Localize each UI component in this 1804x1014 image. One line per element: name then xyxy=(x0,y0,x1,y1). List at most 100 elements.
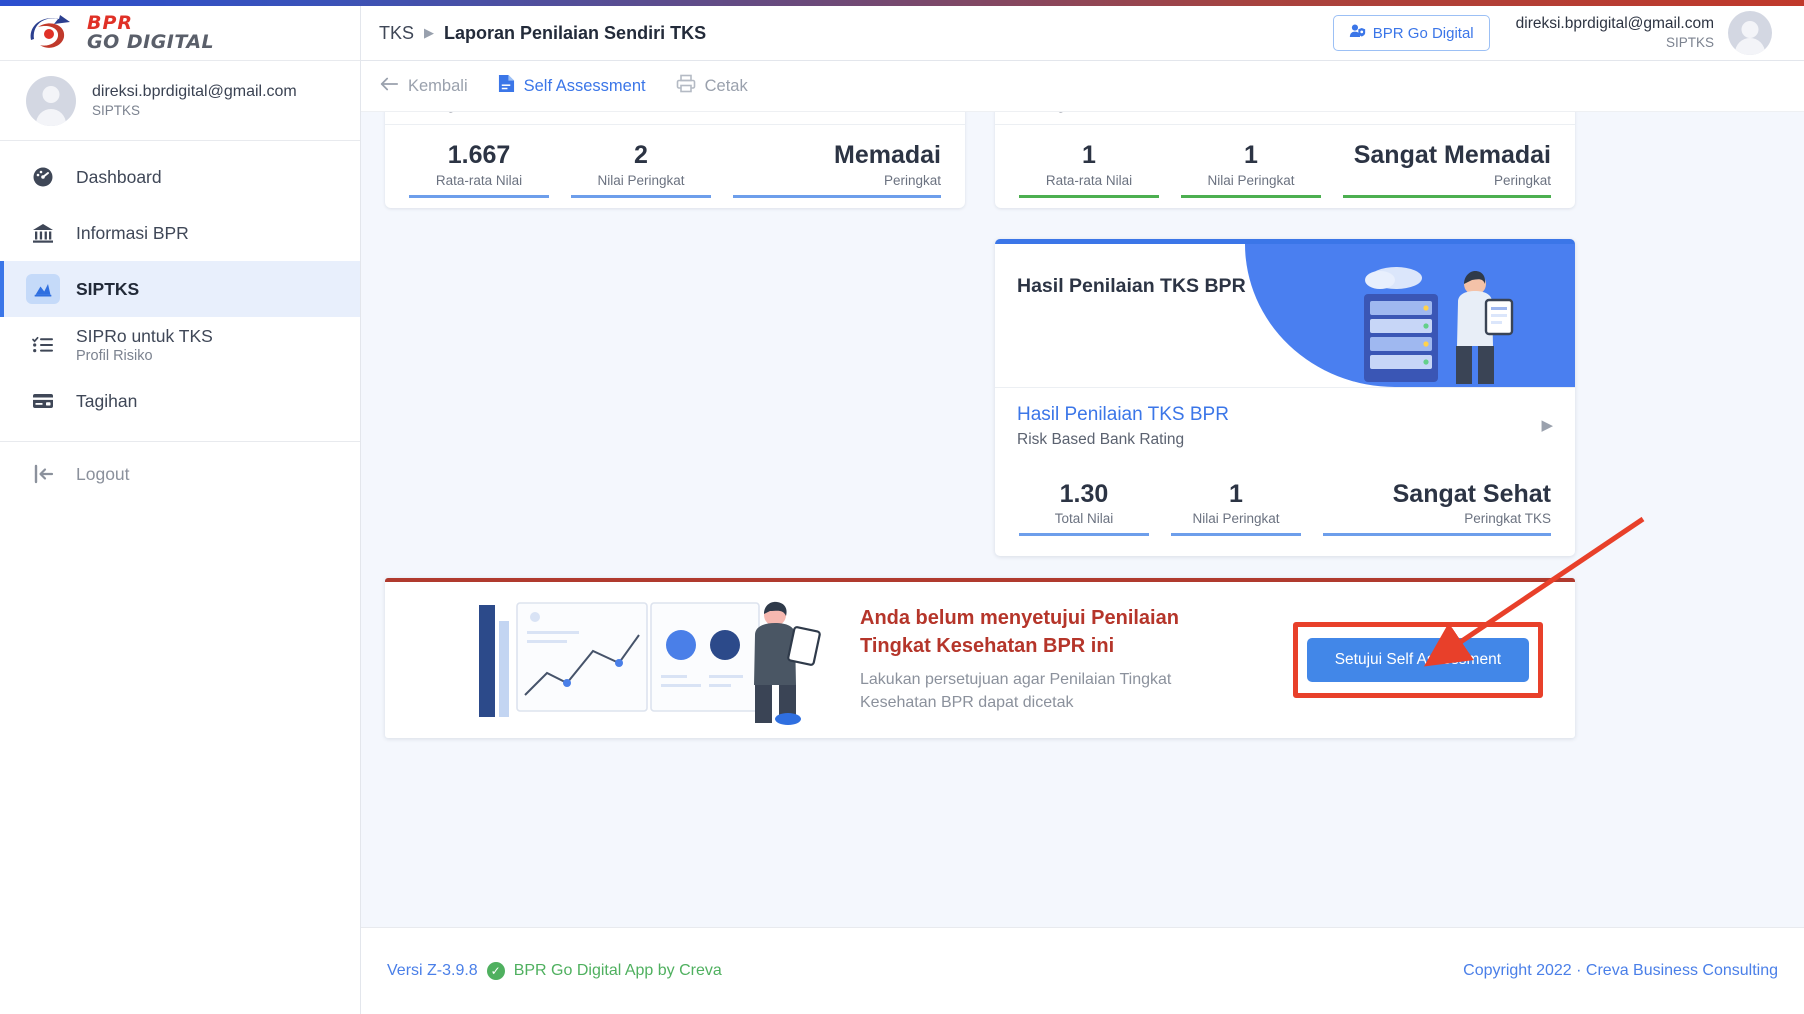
stat-underline xyxy=(1019,533,1149,537)
sidebar-user-block[interactable]: direksi.bprdigital@gmail.com SIPTKS xyxy=(0,61,360,141)
user-shield-icon xyxy=(1349,23,1366,43)
sidebar-user-email: direksi.bprdigital@gmail.com xyxy=(92,82,297,100)
page-header: TKS ▶ Laporan Penilaian Sendiri TKS BPR … xyxy=(361,6,1804,61)
print-button[interactable]: Cetak xyxy=(676,74,748,98)
sidebar-item-sipro-untuk-tks[interactable]: SIPRo untuk TKS Profil Risiko xyxy=(0,317,360,373)
self-assessment-label: Self Assessment xyxy=(523,76,646,95)
stat-cell: 1.667 Rata-rata Nilai xyxy=(409,141,549,204)
main-content: Peringkat Rentabilitas 1.667 Rata-rata N… xyxy=(361,112,1804,927)
printer-icon xyxy=(676,74,696,98)
stat-row: 1.667 Rata-rata Nilai 2 Nilai Peringkat … xyxy=(385,125,965,204)
header-avatar[interactable] xyxy=(1728,11,1772,55)
sidebar-item-tagihan[interactable]: Tagihan xyxy=(0,373,360,429)
stat-card-rentabilitas: Peringkat Rentabilitas 1.667 Rata-rata N… xyxy=(385,112,965,208)
chart-icon xyxy=(26,274,60,304)
print-label: Cetak xyxy=(704,76,748,95)
stat-value: 1.667 xyxy=(447,141,511,169)
tks-result-card: Hasil Penilaian TKS BPR Hasil Penilaian … xyxy=(995,239,1575,557)
logout-icon xyxy=(26,462,60,486)
stat-card-permodalan: Peringkat Permodalan 1 Rata-rata Nilai 1… xyxy=(995,112,1575,208)
stat-underline xyxy=(1343,194,1551,198)
stat-value: 1 xyxy=(1244,141,1258,169)
stat-value: Sangat Sehat xyxy=(1392,479,1551,508)
header-user-info[interactable]: direksi.bprdigital@gmail.com SIPTKS xyxy=(1516,14,1714,52)
stat-underline xyxy=(1323,533,1551,537)
logo-text-godigital: GO DIGITAL xyxy=(87,31,215,53)
tks-link-row[interactable]: Hasil Penilaian TKS BPR Risk Based Bank … xyxy=(995,387,1575,464)
stat-card-title: Peringkat Permodalan xyxy=(995,112,1575,125)
sidebar-item-informasi-bpr[interactable]: Informasi BPR xyxy=(0,205,360,261)
sidebar-item-label: SIPRo untuk TKS xyxy=(76,326,213,346)
stat-label: Nilai Peringkat xyxy=(1207,172,1295,188)
sidebar-item-label: Tagihan xyxy=(76,390,138,411)
sidebar-divider xyxy=(0,441,360,442)
footer-version[interactable]: Versi Z-3.9.8 xyxy=(387,962,478,980)
breadcrumb-root[interactable]: TKS xyxy=(379,23,414,44)
stat-card-title: Peringkat Rentabilitas xyxy=(385,112,965,125)
stat-underline xyxy=(571,194,711,198)
avatar xyxy=(26,75,76,126)
back-label: Kembali xyxy=(408,76,468,95)
sidebar-item-label: Dashboard xyxy=(76,166,162,187)
sidebar-item-dashboard[interactable]: Dashboard xyxy=(0,149,360,205)
stat-label: Peringkat TKS xyxy=(1464,511,1551,527)
stat-label: Peringkat xyxy=(883,172,941,188)
sidebar-item-logout[interactable]: Logout xyxy=(0,446,360,502)
page-footer: Versi Z-3.9.8 ✓ BPR Go Digital App by Cr… xyxy=(361,927,1804,1014)
analytics-illustration-icon xyxy=(443,595,828,725)
header-user-role: SIPTKS xyxy=(1665,35,1714,51)
banner-description: Lakukan persetujuan agar Penilaian Tingk… xyxy=(860,671,1172,712)
sidebar-item-label: SIPTKS xyxy=(76,278,140,299)
footer-copyright: Copyright 2022 · Creva Business Consulti… xyxy=(1463,962,1778,979)
sidebar-item-siptks[interactable]: SIPTKS xyxy=(0,261,360,317)
approve-button-wrap: Setujui Self Assessment xyxy=(1292,622,1543,698)
sidebar: BPR GO DIGITAL direksi.bprdigital@gmail.… xyxy=(0,6,361,1014)
self-assessment-tab[interactable]: Self Assessment xyxy=(498,74,646,98)
tks-stat-row: 1.30 Total Nilai 1 Nilai Peringkat Sanga… xyxy=(995,464,1575,557)
tks-result-sublabel: Risk Based Bank Rating xyxy=(1017,430,1185,448)
header-right: BPR Go Digital direksi.bprdigital@gmail.… xyxy=(1332,11,1804,55)
stat-cell: 1.30 Total Nilai xyxy=(1019,480,1149,543)
header-user-email: direksi.bprdigital@gmail.com xyxy=(1515,15,1714,33)
stat-cell: Memadai Peringkat xyxy=(733,141,941,204)
card-icon xyxy=(26,389,60,413)
chevron-right-icon[interactable]: ▶ xyxy=(1541,416,1553,434)
stat-value: 2 xyxy=(634,141,648,169)
sidebar-item-label: Informasi BPR xyxy=(76,222,189,243)
banner-text: Anda belum menyetujui Penilaian Tingkat … xyxy=(828,605,1307,715)
tks-result-link[interactable]: Hasil Penilaian TKS BPR xyxy=(1017,401,1229,429)
stat-cell: Sangat Sehat Peringkat TKS xyxy=(1323,480,1551,543)
bank-icon xyxy=(26,221,60,245)
bpr-logo-icon xyxy=(26,13,78,53)
stat-label: Nilai Peringkat xyxy=(1192,511,1280,527)
stat-cell: 1 Rata-rata Nilai xyxy=(1019,141,1159,204)
stat-value: Sangat Memadai xyxy=(1353,141,1551,169)
stat-label: Rata-rata Nilai xyxy=(435,172,523,188)
stat-value: Memadai xyxy=(834,141,941,169)
tks-card-hero: Hasil Penilaian TKS BPR xyxy=(995,244,1575,387)
checklist-icon xyxy=(26,333,60,357)
stat-underline xyxy=(409,194,549,198)
bpr-go-digital-button[interactable]: BPR Go Digital xyxy=(1332,15,1490,51)
footer-app-credit: BPR Go Digital App by Creva xyxy=(513,962,722,979)
stat-cell: 2 Nilai Peringkat xyxy=(571,141,711,204)
stat-row: 1 Rata-rata Nilai 1 Nilai Peringkat Sang… xyxy=(995,125,1575,204)
banner-title: Anda belum menyetujui Penilaian Tingkat … xyxy=(860,607,1179,657)
sidebar-item-sublabel: Profil Risiko xyxy=(76,348,153,364)
back-button[interactable]: Kembali xyxy=(379,75,468,98)
approval-warning-banner: Anda belum menyetujui Penilaian Tingkat … xyxy=(385,578,1575,738)
stat-value: 1.30 xyxy=(1059,479,1109,508)
check-circle-icon: ✓ xyxy=(486,962,505,980)
dashboard-icon xyxy=(26,165,60,189)
stat-label: Total Nilai xyxy=(1054,511,1114,527)
app-logo[interactable]: BPR GO DIGITAL xyxy=(0,6,360,61)
stat-value: 1 xyxy=(1229,479,1243,508)
stat-label: Peringkat xyxy=(1493,172,1551,188)
stat-underline xyxy=(1171,533,1301,537)
page-title: Laporan Penilaian Sendiri TKS xyxy=(444,22,707,43)
document-icon xyxy=(498,74,515,98)
sidebar-user-role: SIPTKS xyxy=(92,103,141,119)
stat-cell: Sangat Memadai Peringkat xyxy=(1343,141,1551,204)
approve-self-assessment-button[interactable]: Setujui Self Assessment xyxy=(1306,638,1529,682)
stat-cell: 1 Nilai Peringkat xyxy=(1181,141,1321,204)
